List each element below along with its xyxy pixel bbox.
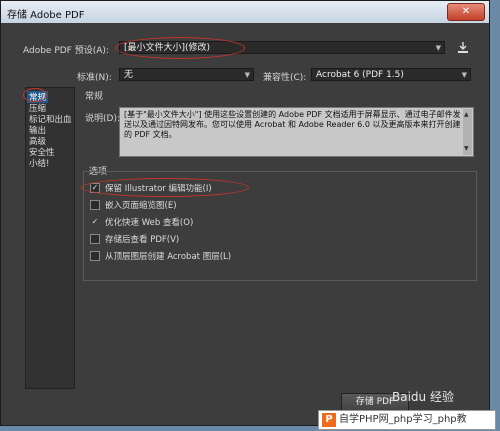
sidebar-item-summary[interactable]: 小结! <box>29 157 49 169</box>
description-scrollbar[interactable]: ▲ ▼ <box>463 109 472 155</box>
option-embed-thumbnails[interactable]: 嵌入页面缩览图(E) <box>90 199 177 211</box>
chevron-down-icon: ▼ <box>435 44 441 52</box>
window-title: 存储 Adobe PDF <box>7 10 85 21</box>
option-label: 从顶层图层创建 Acrobat 图层(L) <box>105 252 232 262</box>
standard-select[interactable]: 无 ▼ <box>119 68 254 81</box>
checkbox-icon[interactable] <box>90 250 100 261</box>
site-watermark: P 自学PHP网_php学习_php教 <box>318 410 496 430</box>
title-bar: 存储 Adobe PDF ✕ <box>1 1 489 23</box>
save-preset-icon[interactable] <box>457 41 469 54</box>
highlight-oval <box>115 37 245 59</box>
chevron-down-icon: ▼ <box>461 71 467 79</box>
close-button[interactable]: ✕ <box>447 3 485 21</box>
checkbox-icon[interactable] <box>90 199 100 210</box>
highlight-oval <box>81 178 249 197</box>
baidu-watermark: Baidu 经验 <box>392 390 454 404</box>
highlight-oval <box>23 88 47 102</box>
scroll-down-icon[interactable]: ▼ <box>464 144 469 154</box>
category-sidebar: 常规 压缩 标记和出血 输出 高级 安全性 小结! <box>25 87 75 389</box>
save-pdf-dialog: 存储 Adobe PDF ✕ Adobe PDF 预设(A): [最小文件大小]… <box>0 0 490 426</box>
section-title: 常规 <box>85 92 104 102</box>
description-textarea[interactable]: [基于"最小文件大小"] 使用这些设置创建的 Adobe PDF 文档适用于屏幕… <box>119 107 474 157</box>
option-label: 嵌入页面缩览图(E) <box>105 201 177 211</box>
scroll-up-icon[interactable]: ▲ <box>464 110 469 120</box>
option-acrobat-layers[interactable]: 从顶层图层创建 Acrobat 图层(L) <box>90 250 231 262</box>
site-watermark-text: 自学PHP网_php学习_php教 <box>339 414 467 425</box>
standard-label: 标准(N): <box>77 73 112 83</box>
description-label: 说明(D): <box>85 114 120 124</box>
site-logo-icon: P <box>322 413 336 427</box>
description-text: [基于"最小文件大小"] 使用这些设置创建的 Adobe PDF 文档适用于屏幕… <box>124 110 461 139</box>
option-view-after-save[interactable]: 存储后查看 PDF(V) <box>90 233 179 245</box>
standard-value: 无 <box>124 70 134 80</box>
option-label: 存储后查看 PDF(V) <box>105 235 180 245</box>
compat-value: Acrobat 6 (PDF 1.5) <box>316 70 404 80</box>
compat-label: 兼容性(C): <box>263 73 307 83</box>
option-label: 优化快速 Web 查看(O) <box>105 218 194 228</box>
option-fast-web-view[interactable]: ✓ 优化快速 Web 查看(O) <box>90 216 194 228</box>
preset-label: Adobe PDF 预设(A): <box>23 46 109 56</box>
chevron-down-icon: ▼ <box>244 71 250 79</box>
compat-select[interactable]: Acrobat 6 (PDF 1.5) ▼ <box>311 68 471 81</box>
checkbox-checked-icon[interactable]: ✓ <box>90 217 100 227</box>
checkbox-icon[interactable] <box>90 233 100 244</box>
